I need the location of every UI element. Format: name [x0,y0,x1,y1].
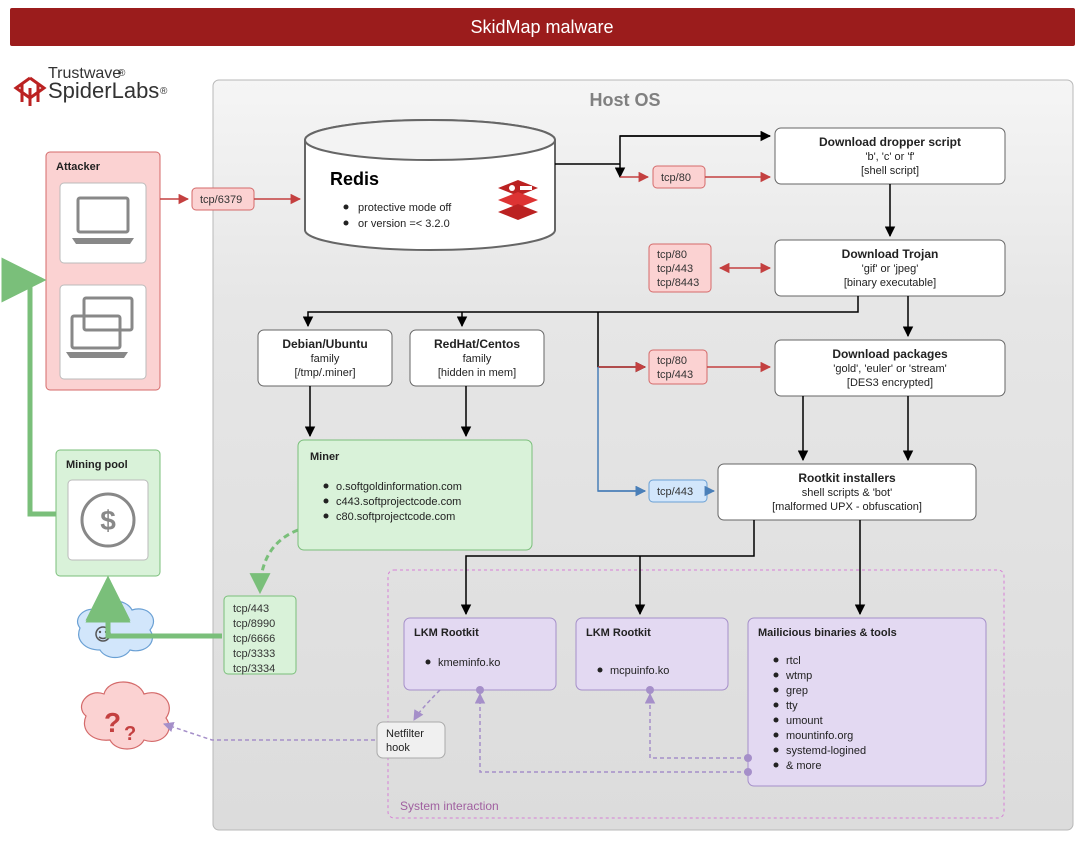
node-installers: Rootkit installers shell scripts & 'bot'… [718,464,976,520]
port-redis-text: tcp/6379 [200,194,242,206]
redis-node: Redis protective mode off or version =< … [305,120,555,250]
pp1: tcp/80 [657,355,687,367]
mp3: tcp/6666 [233,633,275,645]
attacker-icon-1 [60,183,146,263]
svg-text:[binary executable]: [binary executable] [844,277,936,289]
svg-text:grep: grep [786,685,808,697]
q1: ? [104,707,121,738]
node-trojan: Download Trojan 'gif' or 'jpeg' [binary … [775,240,1005,296]
lkm-rootkit-1: LKM Rootkit kmeminfo.ko [404,618,556,690]
svg-text:[/tmp/.miner]: [/tmp/.miner] [294,367,355,379]
svg-text:[hidden in mem]: [hidden in mem] [438,367,516,379]
svg-text:systemd-logined: systemd-logined [786,745,866,757]
lkm-rootkit-2: LKM Rootkit mcpuinfo.ko [576,618,728,690]
q2: ? [124,723,136,745]
svg-text:mcpuinfo.ko: mcpuinfo.ko [610,665,669,677]
mining-pool-icon: $ [68,480,148,560]
cloud-confused-icon [78,601,154,658]
miner-title: Miner [310,451,340,463]
svg-text:[DES3 encrypted]: [DES3 encrypted] [847,377,933,389]
m1: o.softgoldinformation.com [336,481,462,493]
mining-pool-label: Mining pool [66,459,128,471]
svg-text:tty: tty [786,700,798,712]
svg-text:family: family [311,353,340,365]
svg-text:Rootkit installers: Rootkit installers [798,471,896,485]
attacker-label: Attacker [56,161,101,173]
node-redhat: RedHat/Centos family [hidden in mem] [410,330,544,386]
svg-text:LKM Rootkit: LKM Rootkit [414,627,479,639]
pt1: tcp/80 [657,249,687,261]
svg-text:Mailicious binaries & tools: Mailicious binaries & tools [758,627,897,639]
svg-text:RedHat/Centos: RedHat/Centos [434,337,520,351]
node-debian: Debian/Ubuntu family [/tmp/.miner] [258,330,392,386]
svg-text:$: $ [100,505,116,536]
svg-text:[malformed UPX - obfuscation]: [malformed UPX - obfuscation] [772,501,922,513]
node-dropper: Download dropper script 'b', 'c' or 'f' … [775,128,1005,184]
svg-text:LKM Rootkit: LKM Rootkit [586,627,651,639]
svg-text:Download packages: Download packages [832,347,948,361]
brand-line2: SpiderLabs [48,78,159,103]
cloud-question-icon: ? ? [81,682,169,749]
mp1: tcp/443 [233,603,269,615]
m3: c80.softprojectcode.com [336,511,455,523]
pp2: tcp/443 [657,369,693,381]
svg-text:family: family [463,353,492,365]
svg-text:shell scripts & 'bot': shell scripts & 'bot' [802,487,892,499]
svg-text:'gif' or 'jpeg': 'gif' or 'jpeg' [862,263,919,275]
diagram-canvas: SkidMap malware Trustwave ® SpiderLabs ®… [0,0,1085,846]
svg-text:'gold', 'euler' or 'stream': 'gold', 'euler' or 'stream' [833,363,946,375]
redis-bullet1: protective mode off [358,202,452,214]
redis-title: Redis [330,169,379,189]
pt3: tcp/8443 [657,277,699,289]
svg-text:[shell script]: [shell script] [861,165,919,177]
nf2: hook [386,742,410,754]
attacker-icon-2 [60,285,146,379]
svg-text:Download dropper script: Download dropper script [819,135,961,149]
malicious-tools: Mailicious binaries & tools rtcl wtmp gr… [748,618,986,786]
node-packages: Download packages 'gold', 'euler' or 'st… [775,340,1005,396]
mp2: tcp/8990 [233,618,275,630]
pt2: tcp/443 [657,263,693,275]
title-text: SkidMap malware [470,17,613,37]
svg-text:Debian/Ubuntu: Debian/Ubuntu [282,337,367,351]
svg-text:& more: & more [786,760,821,772]
pr: tcp/443 [657,486,693,498]
mp4: tcp/3333 [233,648,275,660]
svg-text:'b', 'c' or 'f': 'b', 'c' or 'f' [865,151,914,163]
svg-text:Download Trojan: Download Trojan [842,247,939,261]
port-dropper-text: tcp/80 [661,172,691,184]
svg-text:rtcl: rtcl [786,655,801,667]
mp5: tcp/3334 [233,663,275,675]
nf1: Netfilter [386,728,424,740]
svg-text:wtmp: wtmp [785,670,812,682]
svg-text:mountinfo.org: mountinfo.org [786,730,853,742]
redis-bullet2: or version =< 3.2.0 [358,218,450,230]
redis-icon [498,180,538,220]
host-os-label: Host OS [589,90,660,110]
svg-text:umount: umount [786,715,823,727]
svg-text:kmeminfo.ko: kmeminfo.ko [438,657,500,669]
m2: c443.softprojectcode.com [336,496,461,508]
system-interaction-label: System interaction [400,799,499,813]
brand-logo: Trustwave ® SpiderLabs ® [16,65,168,106]
miner-box: Miner o.softgoldinformation.com c443.sof… [298,440,532,550]
svg-text:®: ® [160,86,168,97]
